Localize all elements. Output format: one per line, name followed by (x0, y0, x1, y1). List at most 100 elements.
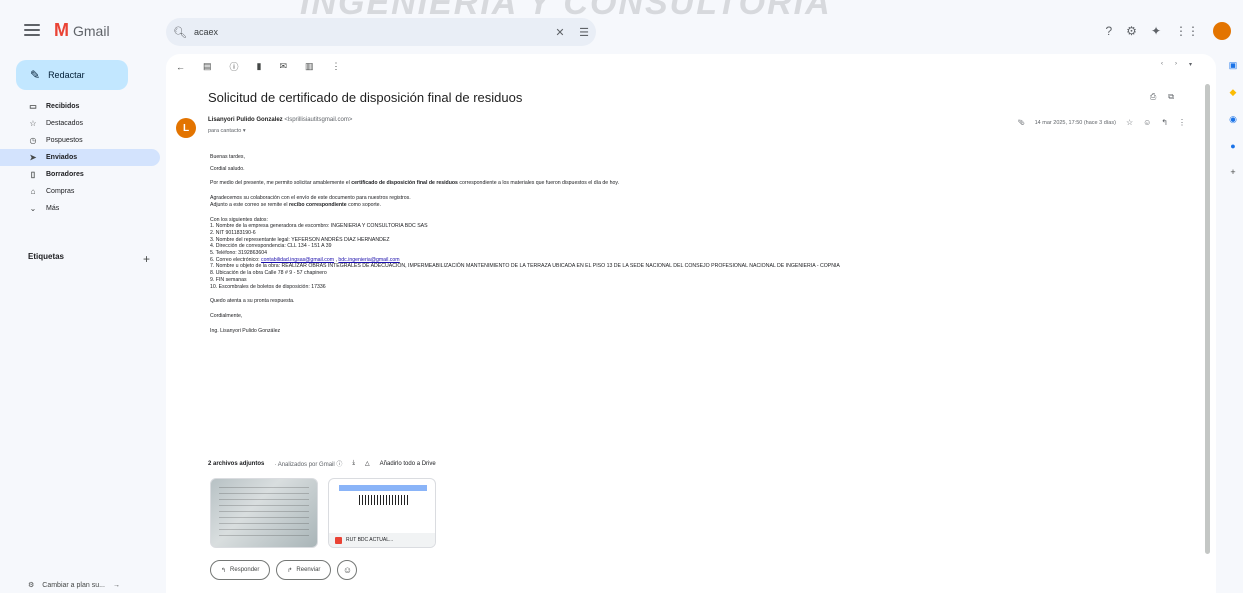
main-menu-icon[interactable] (24, 24, 40, 36)
sidebar-item-starred[interactable]: ☆ Destacados (0, 115, 160, 132)
sidebar-item-label: Recibidos (46, 103, 80, 110)
attachment-thumbnail-1[interactable] (210, 478, 318, 548)
report-spam-icon[interactable]: ⓘ (230, 60, 239, 73)
sender-line: Lisanyori Pulido Gonzalez <lsprillisiaut… (208, 117, 352, 123)
data-intro: Con los siguientes datos: (210, 216, 268, 223)
sidebar-item-label: Más (46, 205, 60, 212)
apps-grid-icon[interactable]: ⋮⋮ (1175, 24, 1199, 38)
sidebar-item-inbox[interactable]: ▭ Recibidos (0, 98, 160, 115)
body-bold-text: recibo correspondiente (289, 201, 347, 208)
switch-plan-link[interactable]: ⚙ Cambiar a plan su... → (28, 581, 120, 590)
gemini-icon[interactable]: ✦ (1151, 24, 1161, 38)
search-icon[interactable]: 🔍︎ (166, 26, 194, 39)
body-salutation: Cordial saludo. (210, 165, 245, 172)
download-all-icon[interactable]: ⤓ (352, 460, 355, 467)
body-text: Adjunto a este correo se remite el (210, 201, 290, 208)
settings-icon[interactable]: ⚙ (1126, 24, 1137, 38)
gmail-logo[interactable]: M Gmail (54, 20, 110, 41)
sender-name[interactable]: Lisanyori Pulido Gonzalez (208, 117, 283, 123)
top-right-icons: ? ⚙ ✦ ⋮⋮ (1105, 22, 1231, 40)
body-signature: Ing. Lisanyori Pulido González (210, 327, 281, 334)
body-text: Por medio del presente, me permito solic… (210, 180, 352, 187)
reply-arrow-icon: ↰ (221, 567, 227, 574)
sidebar-item-label: Enviados (46, 154, 78, 161)
data-line-1: 1. Nombre de la empresa generadora de es… (210, 223, 428, 230)
get-addons-icon[interactable]: + (1230, 167, 1235, 177)
calendar-icon[interactable]: ▣ (1229, 60, 1238, 71)
mark-unread-icon[interactable]: ✉ (279, 61, 287, 72)
move-to-icon[interactable]: ▥ (305, 61, 314, 72)
sidebar-item-sent[interactable]: ➤ Enviados (0, 149, 160, 166)
email-link-2[interactable]: bdc.ingenieria@gmail.com (338, 257, 399, 263)
settings-small-icon: ⚙ (28, 582, 35, 589)
message-subject: Solicitud de certificado de disposición … (208, 90, 523, 105)
more-options-icon[interactable]: ⋮ (332, 61, 341, 72)
add-label-icon[interactable]: + (143, 252, 150, 266)
body-regards: Cordialmente, (210, 312, 243, 319)
data-line-2: 2. NIT 901183190-6 (210, 229, 256, 236)
body-bold-text: certificado de disposición final de resi… (351, 180, 458, 187)
recipient-line[interactable]: para cantacto ▾ (208, 128, 246, 134)
sidebar-item-more[interactable]: ⌄ Más (0, 200, 160, 217)
labels-title: Etiquetas (28, 252, 65, 261)
message-more-icon[interactable]: ⋮ (1178, 118, 1186, 127)
tag-icon: ⌂ (30, 187, 36, 196)
search-options-icon[interactable]: ☰ (572, 26, 596, 39)
open-new-window-icon[interactable]: ⧉ (1168, 92, 1174, 102)
attachment-name: RUT BDC ACTUAL... (346, 537, 394, 543)
contacts-icon[interactable]: ● (1230, 141, 1235, 151)
star-message-icon[interactable]: ☆ (1126, 118, 1133, 127)
message-body: Buenas tardes, Cordial saludo. Por medio… (210, 154, 1200, 334)
send-icon: ➤ (29, 153, 37, 162)
subject-icons: ⎙ ⧉ (1150, 92, 1174, 102)
pdf-icon (335, 536, 342, 544)
forward-button[interactable]: ↱ Reenviar (276, 560, 332, 580)
star-icon: ☆ (29, 119, 37, 128)
tasks-icon[interactable]: ◉ (1229, 114, 1237, 125)
account-avatar[interactable] (1213, 22, 1231, 40)
archive-icon[interactable]: ▤ (203, 61, 212, 72)
body-paragraph-2: Agradecemos su colaboración con el envío… (210, 195, 411, 202)
chevron-left-icon[interactable]: ‹ (1161, 61, 1163, 68)
attachment-caption: RUT BDC ACTUAL... (329, 533, 435, 547)
sidebar-item-purchases[interactable]: ⌂ Compras (0, 183, 160, 200)
drive-icon[interactable]: △ (365, 460, 370, 467)
data-line-10: 10. Escombrales de boletos de disposició… (210, 283, 326, 290)
reply-button[interactable]: ↰ Responder (210, 560, 271, 580)
data-line-4: 4. Dirección de correspondencia: CLL 134… (210, 243, 332, 250)
sender-email: <lsprillisiautitsgmail.com> (284, 117, 353, 123)
app-name: Gmail (73, 22, 110, 39)
message-date: 14 mar 2025, 17:50 (hace 3 días) (1034, 119, 1116, 126)
emoji-react-icon[interactable]: ☺ (1143, 118, 1151, 127)
search-bar[interactable]: 🔍︎ acaex ✕ ☰ (166, 18, 596, 46)
sidebar-item-snoozed[interactable]: ◷ Pospuestos (0, 132, 160, 149)
scrollbar[interactable] (1205, 84, 1210, 554)
sidebar-item-drafts[interactable]: ▯ Borradores (0, 166, 160, 183)
keep-icon[interactable]: ◆ (1230, 87, 1237, 98)
reply-icon[interactable]: ↰ (1161, 118, 1168, 127)
attachments-title: 2 archivos adjuntos (208, 460, 265, 467)
sidebar-item-label: Compras (46, 188, 75, 195)
email-link-1[interactable]: contabilidad.ingsas@gmail.com (261, 257, 334, 263)
attachment-thumbnail-2[interactable]: RUT BDC ACTUAL... (328, 478, 436, 548)
input-tools-icon[interactable]: ▾ (1189, 61, 1192, 68)
chevron-right-icon[interactable]: › (1175, 61, 1177, 68)
inbox-icon: ▭ (29, 102, 37, 111)
gmail-window: INGENIERIA Y CONSULTORIA M Gmail 🔍︎ acae… (0, 0, 1243, 593)
clear-search-icon[interactable]: ✕ (548, 26, 572, 39)
pencil-icon: ✎ (30, 68, 41, 82)
print-icon[interactable]: ⎙ (1150, 92, 1156, 102)
body-text: 6. Correo electrónico: (210, 256, 262, 263)
data-line-3: 3. Nombre del representante legal: YEFER… (210, 236, 390, 243)
message-panel: ← ▤ ⓘ ▮ ✉ ▥ ⋮ ‹ › ▾ Solicitud de certifi… (166, 54, 1216, 593)
search-input[interactable]: acaex (194, 27, 548, 37)
sidebar-item-label: Borradores (46, 171, 84, 178)
compose-button[interactable]: ✎ Redactar (16, 60, 128, 90)
body-text: como soporte. (346, 201, 381, 208)
back-arrow-icon[interactable]: ← (176, 62, 185, 72)
add-to-drive-label[interactable]: Añadirlo todo a Drive (380, 461, 436, 467)
emoji-button[interactable]: ☺ (337, 560, 358, 580)
clock-icon: ◷ (29, 136, 37, 145)
help-icon[interactable]: ? (1105, 24, 1112, 38)
delete-icon[interactable]: ▮ (257, 61, 262, 72)
